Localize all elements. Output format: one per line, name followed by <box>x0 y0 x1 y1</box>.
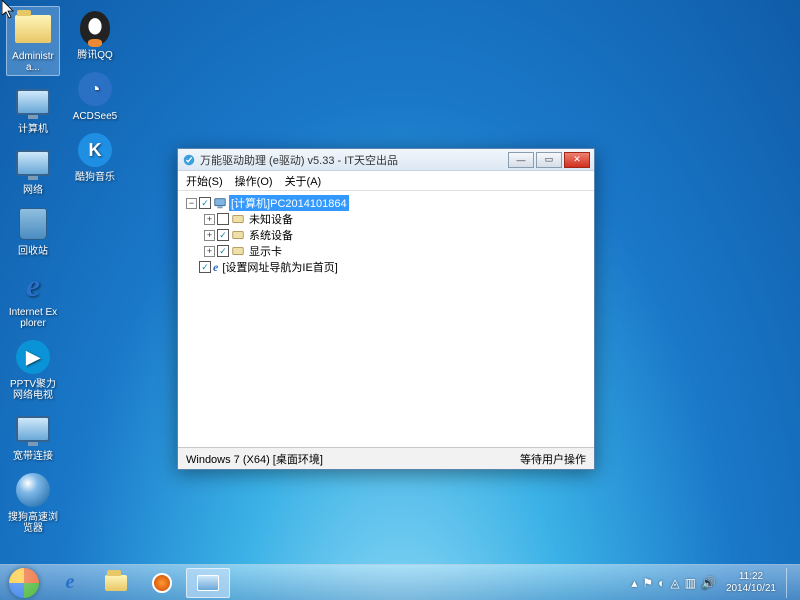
desktop-icon-pptv[interactable]: ▶ PPTV聚力 网络电视 <box>6 335 60 403</box>
desktop-icon-computer[interactable]: 计算机 <box>6 80 60 137</box>
app-circle-icon: ◔ <box>78 72 112 106</box>
start-button[interactable] <box>4 567 44 599</box>
desktop-icon-kugou-music[interactable]: K 酷狗音乐 <box>68 128 122 185</box>
desktop-icon-network[interactable]: 网络 <box>6 141 60 198</box>
taskbar-media-player[interactable] <box>140 568 184 598</box>
folder-icon <box>15 15 51 43</box>
icon-label: 酷狗音乐 <box>75 172 115 183</box>
checkbox[interactable]: ✓ <box>199 197 211 209</box>
icon-label: 腾讯QQ <box>77 50 113 61</box>
tree-node[interactable]: −✓ [计算机]PC2014101864 <box>182 195 590 211</box>
bin-icon <box>19 208 47 240</box>
expand-toggle[interactable]: + <box>204 230 215 241</box>
clock-date: 2014/10/21 <box>726 583 776 595</box>
icon-label: 搜狗高速浏览器 <box>8 512 58 534</box>
monitor-icon <box>16 89 50 115</box>
icon-label: ACDSee5 <box>73 111 117 122</box>
desktop-icon-recycle-bin[interactable]: 回收站 <box>6 202 60 259</box>
tray-shield-icon[interactable]: ◬ <box>670 576 679 590</box>
clock[interactable]: 11:22 2014/10/21 <box>722 571 780 595</box>
icon-label: Internet Explorer <box>8 307 58 329</box>
desktop-icon-broadband-connection[interactable]: 宽带连接 <box>6 407 60 464</box>
close-button[interactable]: ✕ <box>564 152 590 168</box>
show-desktop-button[interactable] <box>786 568 796 598</box>
checkbox[interactable]: ✓ <box>217 245 229 257</box>
tree-node[interactable]: + 未知设备 <box>182 211 590 227</box>
ie-icon: e <box>66 571 75 594</box>
node-label: 显示卡 <box>247 243 284 259</box>
expand-toggle[interactable]: + <box>204 246 215 257</box>
icon-label: Administra... <box>9 51 57 73</box>
checkbox[interactable]: ✓ <box>199 261 211 273</box>
media-player-icon <box>152 573 172 593</box>
menubar: 开始(S) 操作(O) 关于(A) <box>178 171 594 191</box>
device-icon <box>231 228 245 242</box>
icon-label: 网络 <box>23 185 43 196</box>
menu-start[interactable]: 开始(S) <box>186 173 223 189</box>
taskbar: e ▴ ⚑ ◐ ◬ ▥ 🔊 11:22 2014/10/21 <box>0 564 800 600</box>
device-icon <box>231 212 245 226</box>
tray-flag-icon[interactable]: ⚑ <box>642 576 653 590</box>
folder-icon <box>105 575 127 591</box>
taskbar-explorer[interactable] <box>94 568 138 598</box>
computer-icon <box>213 196 227 210</box>
checkbox[interactable]: ✓ <box>217 229 229 241</box>
device-icon <box>231 244 245 258</box>
expand-toggle[interactable]: + <box>204 214 215 225</box>
checkbox[interactable] <box>217 213 229 225</box>
desktop-icon-internet-explorer[interactable]: e Internet Explorer <box>6 263 60 331</box>
taskbar-ie[interactable]: e <box>48 568 92 598</box>
desktop-icon-sogou-browser[interactable]: 搜狗高速浏览器 <box>6 468 60 536</box>
node-label: 系统设备 <box>247 227 295 243</box>
ie-icon: e <box>213 260 218 275</box>
menu-about[interactable]: 关于(A) <box>285 173 322 189</box>
window-title: 万能驱动助理 (e驱动) v5.33 - IT天空出品 <box>200 152 508 168</box>
windows-orb-icon <box>9 568 39 598</box>
tray-qq-icon[interactable]: ◐ <box>658 576 665 590</box>
desktop-icon-acdsee5[interactable]: ◔ ACDSee5 <box>68 67 122 124</box>
tray-up-icon[interactable]: ▴ <box>631 576 637 590</box>
desktop-icon-tencent-qq[interactable]: 腾讯QQ <box>68 6 122 63</box>
driver-assistant-window: 万能驱动助理 (e驱动) v5.33 - IT天空出品 — ▭ ✕ 开始(S) … <box>177 148 595 470</box>
tree-node[interactable]: +✓ 显示卡 <box>182 243 590 259</box>
tray-volume-icon[interactable]: 🔊 <box>701 576 716 590</box>
menu-action[interactable]: 操作(O) <box>235 173 273 189</box>
titlebar[interactable]: 万能驱动助理 (e驱动) v5.33 - IT天空出品 — ▭ ✕ <box>178 149 594 171</box>
driver-app-icon <box>197 575 219 591</box>
icon-label: 计算机 <box>18 124 48 135</box>
app-circle-icon: ▶ <box>16 340 50 374</box>
taskbar-driver-assistant[interactable] <box>186 568 230 598</box>
desktop[interactable]: Administra... 计算机网络回收站 e Internet Explorer ▶… <box>0 0 800 600</box>
node-label: [计算机]PC2014101864 <box>229 195 349 211</box>
penguin-icon <box>80 11 110 45</box>
maximize-button[interactable]: ▭ <box>536 152 562 168</box>
tray-network-icon[interactable]: ▥ <box>685 576 696 590</box>
mouse-cursor <box>2 0 16 20</box>
ie-icon: e <box>26 267 40 304</box>
monitor-icon <box>16 150 50 176</box>
status-right: 等待用户操作 <box>520 451 586 467</box>
system-tray: ▴ ⚑ ◐ ◬ ▥ 🔊 11:22 2014/10/21 <box>631 568 796 598</box>
device-tree[interactable]: −✓[计算机]PC2014101864+未知设备+✓系统设备+✓显示卡✓e[设置… <box>178 191 594 447</box>
globe-icon <box>16 473 50 507</box>
monitor-icon <box>16 416 50 442</box>
node-label: [设置网址导航为IE首页] <box>220 259 340 275</box>
clock-time: 11:22 <box>726 571 776 583</box>
status-left: Windows 7 (X64) [桌面环境] <box>186 451 323 467</box>
icon-label: 回收站 <box>18 246 48 257</box>
expand-toggle[interactable]: − <box>186 198 197 209</box>
icon-label: 宽带连接 <box>13 451 53 462</box>
node-label: 未知设备 <box>247 211 295 227</box>
icon-label: PPTV聚力 网络电视 <box>8 379 58 401</box>
tree-node[interactable]: +✓ 系统设备 <box>182 227 590 243</box>
statusbar: Windows 7 (X64) [桌面环境] 等待用户操作 <box>178 447 594 469</box>
app-circle-icon: K <box>78 133 112 167</box>
app-icon <box>182 153 196 167</box>
minimize-button[interactable]: — <box>508 152 534 168</box>
tree-node[interactable]: ✓e[设置网址导航为IE首页] <box>182 259 590 275</box>
